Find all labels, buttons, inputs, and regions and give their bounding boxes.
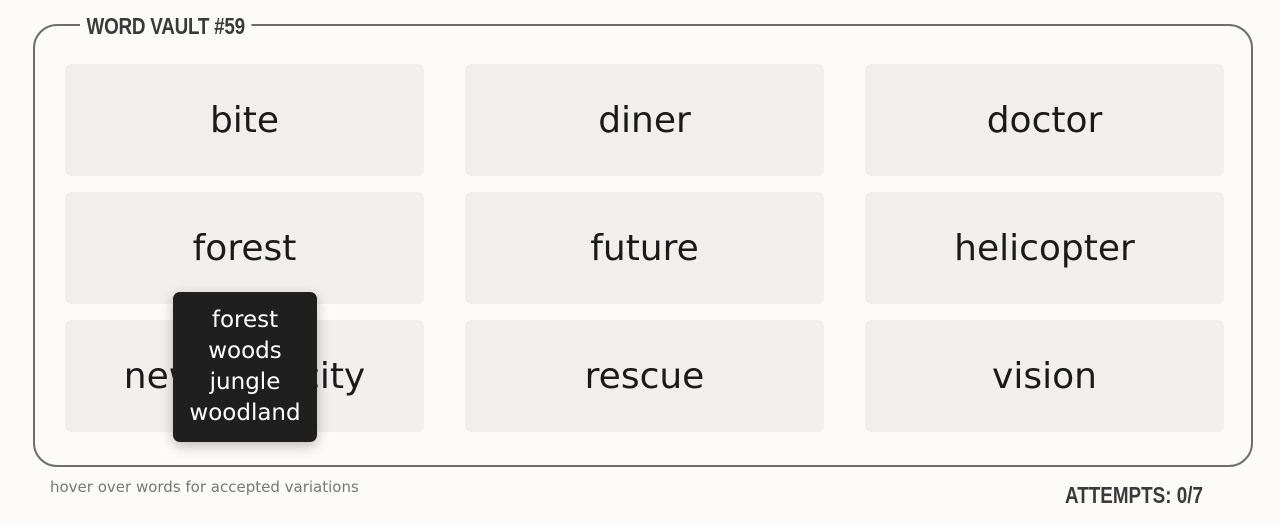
variation-item: jungle [209,369,281,395]
variation-item: woods [208,338,282,364]
word-tile[interactable]: helicopter [865,192,1224,304]
word-tile[interactable]: doctor [865,64,1224,176]
attempts-counter: ATTEMPTS: 0/7 [1065,482,1203,508]
hover-hint: hover over words for accepted variations [50,478,359,496]
word-tile[interactable]: diner [465,64,824,176]
word-tile[interactable]: rescue [465,320,824,432]
variations-tooltip: forest woods jungle woodland [173,292,317,442]
vault-title: WORD VAULT #59 [80,11,252,41]
word-tile[interactable]: bite [65,64,424,176]
word-tile[interactable]: vision [865,320,1224,432]
variation-item: woodland [189,400,301,426]
word-tile[interactable]: forest [65,192,424,304]
variation-item: forest [211,307,279,333]
word-tile[interactable]: future [465,192,824,304]
